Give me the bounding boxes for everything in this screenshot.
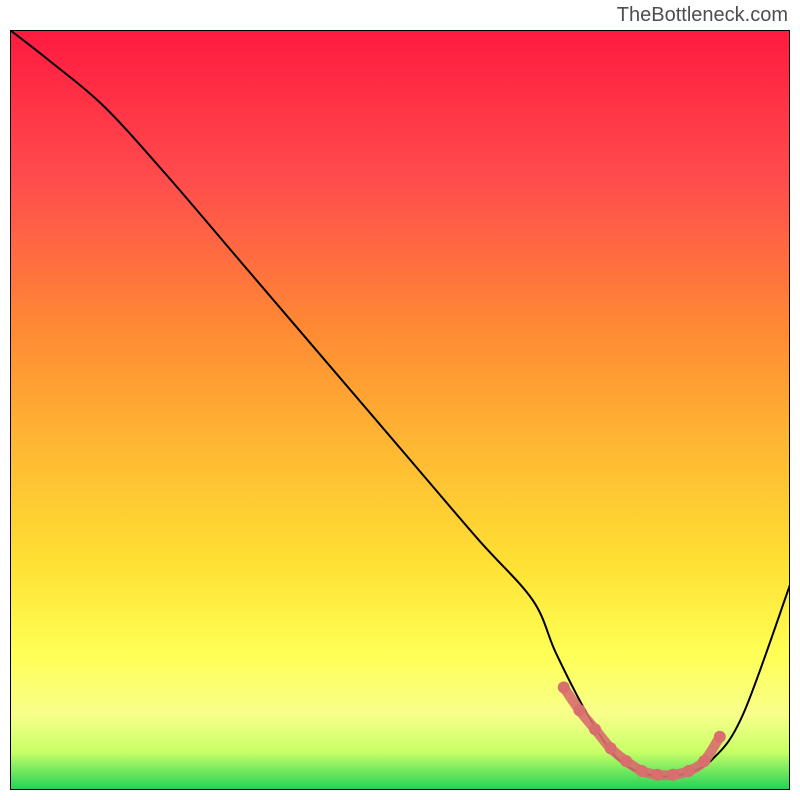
optimal-zone-marker — [605, 742, 617, 754]
optimal-zone-marker — [558, 681, 570, 693]
optimal-zone-marker — [573, 704, 585, 716]
optimal-zone-marker — [667, 769, 679, 781]
optimal-zone-marker — [620, 755, 632, 767]
gradient-background — [10, 30, 790, 790]
optimal-zone-marker — [589, 723, 601, 735]
optimal-zone-marker — [651, 769, 663, 781]
chart-svg — [10, 30, 790, 790]
bottleneck-chart — [10, 30, 790, 790]
optimal-zone-marker — [683, 765, 695, 777]
attribution-text: TheBottleneck.com — [617, 4, 788, 27]
optimal-zone-marker — [636, 765, 648, 777]
optimal-zone-marker — [698, 755, 710, 767]
optimal-zone-marker — [714, 731, 726, 743]
